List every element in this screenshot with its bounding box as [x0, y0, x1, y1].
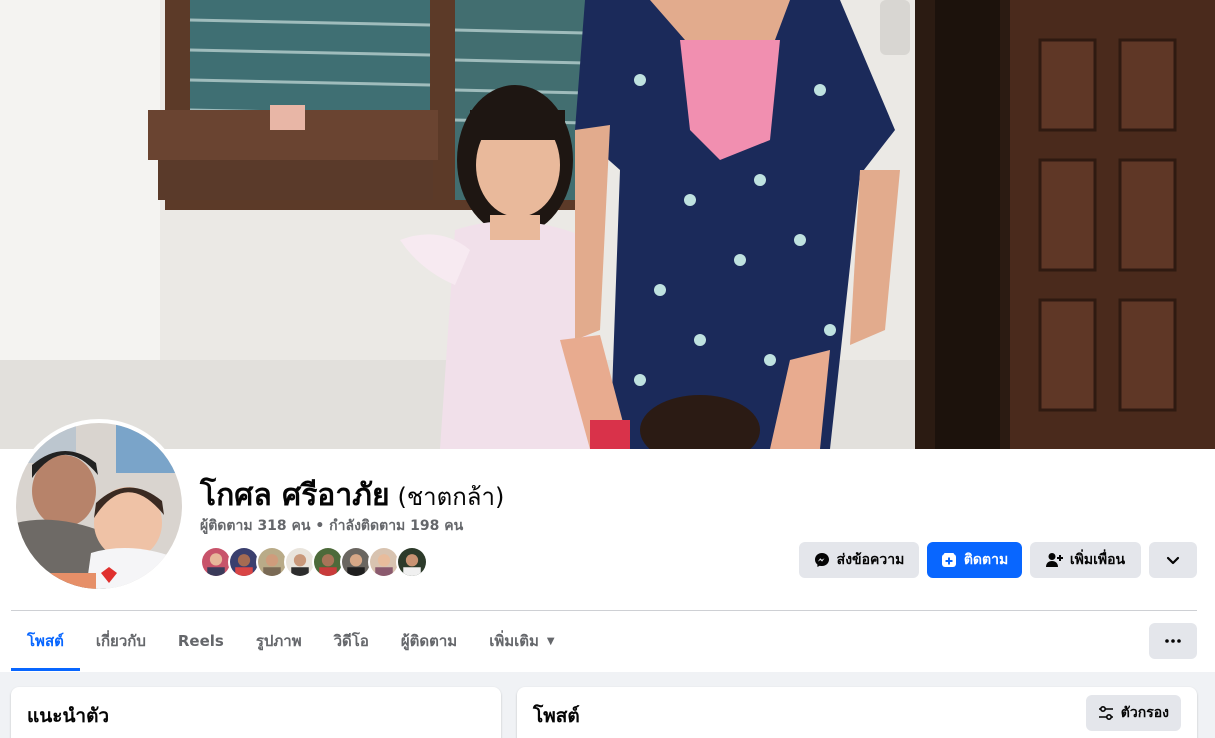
tab-posts[interactable]: โพสต์ [11, 611, 80, 671]
tab-label: รูปภาพ [255, 632, 302, 650]
posts-card: โพสต์ ตัวกรอง [517, 687, 1197, 738]
add-friend-button-label: เพิ่มเพื่อน [1069, 552, 1126, 568]
profile-tabs: โพสต์ เกี่ยวกับ Reels รูปภาพ วิดีโอ ผู้ต… [11, 611, 571, 671]
tab-label: ผู้ติดตาม [400, 632, 458, 650]
add-friend-icon [1045, 552, 1063, 568]
tab-about[interactable]: เกี่ยวกับ [80, 611, 162, 671]
tab-more[interactable]: เพิ่มเติม ▼ [473, 611, 570, 671]
more-options-button[interactable] [1149, 623, 1197, 659]
friend-avatars [200, 546, 428, 578]
follow-button-label: ติดตาม [963, 552, 1009, 568]
filter-button-label: ตัวกรอง [1120, 705, 1169, 721]
caret-down-icon: ▼ [546, 635, 555, 647]
tab-label: วิดีโอ [333, 632, 369, 650]
profile-dropdown-button[interactable] [1149, 542, 1197, 578]
more-dots-icon [1165, 639, 1181, 643]
chevron-down-icon [1166, 553, 1180, 567]
tab-label: เกี่ยวกับ [95, 632, 146, 650]
intro-card: แนะนำตัว [11, 687, 501, 738]
follow-button[interactable]: ติดตาม [927, 542, 1022, 578]
tab-videos[interactable]: วิดีโอ [318, 611, 385, 671]
tab-photos[interactable]: รูปภาพ [240, 611, 318, 671]
filter-icon [1098, 706, 1114, 720]
filter-button[interactable]: ตัวกรอง [1085, 695, 1181, 731]
posts-card-title: โพสต์ [533, 705, 580, 727]
follow-icon [941, 552, 957, 568]
messenger-icon [814, 552, 830, 568]
profile-avatar[interactable] [12, 419, 186, 593]
tab-label: เพิ่มเติม [489, 632, 539, 650]
message-button-label: ส่งข้อความ [836, 552, 905, 568]
message-button[interactable]: ส่งข้อความ [799, 542, 919, 578]
tab-label: โพสต์ [27, 632, 64, 650]
add-friend-button[interactable]: เพิ่มเพื่อน [1030, 542, 1141, 578]
intro-card-title: แนะนำตัว [27, 705, 110, 727]
tab-label: Reels [177, 632, 224, 650]
profile-alternate-name: (ชาตกล้า) [397, 483, 505, 511]
friend-avatar[interactable] [396, 546, 428, 578]
profile-header: โกศล ศรีอาภัย (ชาตกล้า) ผู้ติดตาม 318 คน… [0, 0, 1215, 672]
tab-followers[interactable]: ผู้ติดตาม [385, 611, 473, 671]
profile-name: โกศล ศรีอาภัย [200, 478, 390, 513]
cover-photo[interactable] [0, 0, 1215, 449]
follower-counts[interactable]: ผู้ติดตาม 318 คน • กำลังติดตาม 198 คน [200, 515, 463, 537]
profile-name-row: โกศล ศรีอาภัย (ชาตกล้า) [200, 472, 504, 516]
tab-reels[interactable]: Reels [162, 611, 240, 671]
